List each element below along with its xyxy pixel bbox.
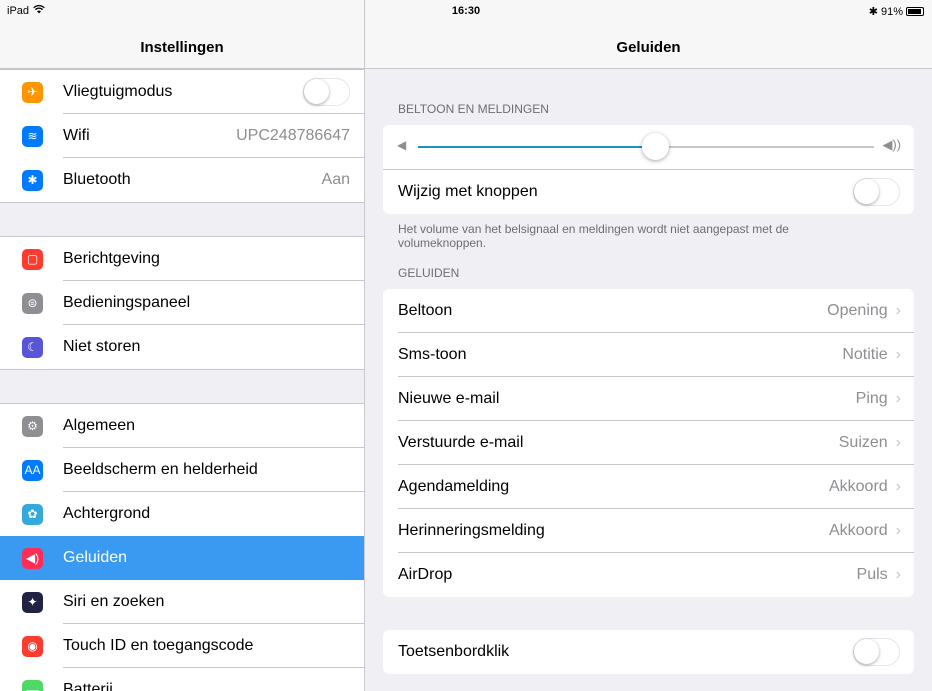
sidebar-item-label: Wifi — [63, 127, 90, 144]
chevron-right-icon: › — [895, 478, 901, 495]
sound-value: Opening — [827, 302, 888, 319]
sidebar-item-niet-storen[interactable]: ☾ Niet storen — [0, 325, 364, 369]
sidebar-group-notifications: ▢ Berichtgeving ⊜ Bedieningspaneel ☾ Niet sto… — [0, 236, 364, 370]
sidebar-item-label: Geluiden — [63, 549, 128, 566]
speaker-high-icon: ◀)) — [882, 137, 901, 152]
chevron-right-icon: › — [895, 434, 901, 451]
sidebar-item-label: Niet storen — [63, 338, 141, 355]
sidebar-item-label: Achtergrond — [63, 505, 151, 522]
sound-row-beltoon[interactable]: Beltoon Opening › — [383, 289, 914, 333]
status-right: ✱ 91% — [869, 5, 924, 18]
sidebar-item-label: Bedieningspaneel — [63, 294, 191, 311]
siri-icon: ✦ — [22, 591, 43, 613]
sound-label: Agendamelding — [398, 478, 510, 495]
sounds-icon: ◀) — [22, 547, 43, 569]
display-icon: AA — [22, 459, 43, 481]
sound-value: Ping — [855, 390, 888, 407]
sidebar-item-label: Batterij — [63, 681, 113, 691]
sidebar-item-wifi[interactable]: ≋ Wifi UPC248786647 — [0, 114, 364, 158]
change-with-buttons-label: Wijzig met knoppen — [398, 183, 538, 200]
sound-row-verstuurde-e-mail[interactable]: Verstuurde e-mail Suizen › — [383, 421, 914, 465]
sound-value: Puls — [856, 566, 888, 583]
chevron-right-icon: › — [895, 346, 901, 363]
keyboard-card: Toetsenbordklik — [383, 630, 914, 674]
change-with-buttons-row: Wijzig met knoppen — [383, 169, 914, 214]
sound-row-airdrop[interactable]: AirDrop Puls › — [383, 553, 914, 597]
sidebar-title: Instellingen — [140, 39, 224, 56]
ringer-card: ◀ ◀)) Wijzig met knoppen — [383, 125, 914, 214]
speaker-low-icon: ◀ — [397, 138, 407, 152]
sidebar-item-vliegtuigmodus[interactable]: ✈ Vliegtuigmodus — [0, 70, 364, 114]
sidebar-item-value: UPC248786647 — [236, 127, 350, 144]
moon-icon: ☾ — [22, 336, 43, 358]
settings-sidebar: Instellingen ✈ Vliegtuigmodus ≋ Wifi UPC2487… — [0, 0, 365, 691]
wallpaper-icon: ✿ — [22, 503, 43, 525]
airplane-icon: ✈ — [22, 81, 43, 103]
sidebar-item-label: Touch ID en toegangscode — [63, 637, 254, 654]
sound-label: Verstuurde e-mail — [398, 434, 524, 451]
sidebar-item-siri-en-zoeken[interactable]: ✦ Siri en zoeken — [0, 580, 364, 624]
battery-percent: 91% — [880, 5, 903, 18]
fingerprint-icon: ◉ — [22, 635, 43, 657]
sound-label: Sms-toon — [398, 346, 467, 363]
ringer-volume-slider[interactable]: ◀ ◀)) — [383, 125, 914, 169]
sound-label: Beltoon — [398, 302, 453, 319]
sounds-card: Beltoon Opening › Sms-toon Notitie › Nieuwe e-… — [383, 289, 914, 597]
airplane-mode-toggle[interactable] — [303, 78, 350, 106]
sound-value: Akkoord — [828, 478, 888, 495]
sidebar-item-label: Vliegtuigmodus — [63, 83, 173, 100]
status-time: 16:30 — [451, 5, 481, 17]
wifi-icon: ≋ — [22, 125, 43, 147]
sounds-section-header: GELUIDEN — [398, 266, 460, 280]
sound-label: AirDrop — [398, 566, 453, 583]
sidebar-item-geluiden[interactable]: ◀) Geluiden — [0, 536, 364, 580]
keyboard-clicks-toggle[interactable] — [853, 638, 900, 666]
sidebar-item-label: Siri en zoeken — [63, 593, 165, 610]
sound-value: Akkoord — [828, 522, 888, 539]
sound-row-nieuwe-e-mail[interactable]: Nieuwe e-mail Ping › — [383, 377, 914, 421]
chevron-right-icon: › — [895, 522, 901, 539]
keyboard-clicks-label: Toetsenbordklik — [398, 643, 510, 660]
ringer-footer-note: Het volume van het belsignaal en melding… — [398, 222, 789, 250]
control-center-icon: ⊜ — [22, 292, 43, 314]
sidebar-item-bluetooth[interactable]: ✱ Bluetooth Aan — [0, 158, 364, 202]
battery-status-icon — [906, 7, 924, 16]
sounds-pane: Geluiden BELTOON EN MELDINGEN ◀ ◀)) Wijz… — [365, 0, 932, 691]
sidebar-item-value: Aan — [321, 171, 350, 188]
gear-icon: ⚙ — [22, 415, 43, 437]
chevron-right-icon: › — [895, 566, 901, 583]
sidebar-item-bedieningspaneel[interactable]: ⊜ Bedieningspaneel — [0, 281, 364, 325]
sound-row-herinneringsmelding[interactable]: Herinneringsmelding Akkoord › — [383, 509, 914, 553]
sidebar-item-berichtgeving[interactable]: ▢ Berichtgeving — [0, 237, 364, 281]
sidebar-item-label: Beeldscherm en helderheid — [63, 461, 258, 478]
sound-label: Nieuwe e-mail — [398, 390, 500, 407]
sound-value: Notitie — [842, 346, 888, 363]
sidebar-item-label: Berichtgeving — [63, 250, 160, 267]
sidebar-item-batterij[interactable]: ▬ Batterij — [0, 668, 364, 691]
status-bar: iPad 16:30 ✱ 91% — [0, 0, 932, 22]
sidebar-item-label: Algemeen — [63, 417, 136, 434]
bluetooth-icon: ✱ — [22, 169, 43, 191]
sidebar-item-algemeen[interactable]: ⚙ Algemeen — [0, 404, 364, 448]
change-with-buttons-toggle[interactable] — [853, 178, 900, 206]
sidebar-item-beeldscherm-en-helderheid[interactable]: AA Beeldscherm en helderheid — [0, 448, 364, 492]
sidebar-group-connectivity: ✈ Vliegtuigmodus ≋ Wifi UPC248786647 ✱ Bluetoo… — [0, 69, 364, 203]
bluetooth-status-icon: ✱ — [868, 6, 878, 18]
keyboard-clicks-row: Toetsenbordklik — [383, 630, 914, 674]
sidebar-item-achtergrond[interactable]: ✿ Achtergrond — [0, 492, 364, 536]
notifications-icon: ▢ — [22, 248, 43, 270]
slider-thumb[interactable] — [642, 133, 670, 160]
ringer-section-header: BELTOON EN MELDINGEN — [398, 102, 549, 116]
sidebar-item-label: Bluetooth — [63, 171, 131, 188]
sound-row-agendamelding[interactable]: Agendamelding Akkoord › — [383, 465, 914, 509]
sidebar-item-touch-id-en-toegangscode[interactable]: ◉ Touch ID en toegangscode — [0, 624, 364, 668]
sound-row-sms-toon[interactable]: Sms-toon Notitie › — [383, 333, 914, 377]
sound-label: Herinneringsmelding — [398, 522, 545, 539]
page-title: Geluiden — [616, 39, 681, 56]
sidebar-group-general: ⚙ Algemeen AA Beeldscherm en helderheid ✿ Ach… — [0, 403, 364, 691]
chevron-right-icon: › — [895, 302, 901, 319]
chevron-right-icon: › — [895, 390, 901, 407]
battery-icon: ▬ — [22, 679, 43, 691]
sound-value: Suizen — [838, 434, 888, 451]
